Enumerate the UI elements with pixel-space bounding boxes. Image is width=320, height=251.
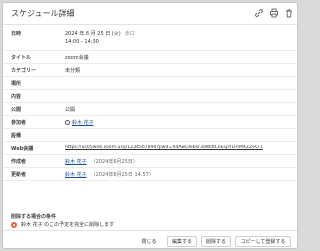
public-value: 公開	[65, 107, 76, 113]
updater-name[interactable]: 鈴木 花子	[65, 172, 87, 178]
row-creator: 作成者 鈴木 花子 （2024年6月25日）	[3, 155, 297, 168]
detail-rows: 日時 2024 年 6 月 25 日 (火) 赤口 14:00 - 14:30 タ…	[3, 27, 297, 181]
trash-icon[interactable]	[283, 7, 295, 19]
row-place: 場所	[3, 77, 297, 90]
date-text: 2024 年 6 月 25 日 (火)	[65, 31, 121, 37]
row-title: タイトル zoom会議	[3, 51, 297, 64]
place-label: 場所	[11, 81, 22, 87]
datetime-date: 2024 年 6 月 25 日 (火) 赤口	[65, 30, 135, 37]
participants-label: 参加者	[11, 120, 27, 126]
delete-button[interactable]: 削除する	[201, 236, 231, 247]
facility-label: 設備	[11, 133, 22, 139]
link-icon[interactable]	[253, 7, 265, 19]
category-label: カテゴリー	[11, 68, 37, 74]
public-label: 公開	[11, 107, 22, 113]
row-updater: 更新者 鈴木 花子 （2024年6月25日 14:57）	[3, 168, 297, 181]
datetime-time: 14:00 - 14:30	[65, 39, 99, 45]
creator-value: 鈴木 花子 （2024年6月25日）	[65, 158, 138, 165]
datetime-label: 日時	[11, 31, 22, 37]
rokuyo-text: 赤口	[124, 31, 135, 37]
participant-name[interactable]: 鈴木 花子	[72, 120, 94, 126]
dialog-footer: 閉じる 編集する 削除する コピーして登録する	[3, 230, 297, 248]
copy-register-button[interactable]: コピーして登録する	[235, 236, 291, 247]
printer-icon[interactable]	[268, 7, 280, 19]
delete-condition-heading: 削除する場合の条件	[11, 214, 57, 220]
row-datetime: 日時 2024 年 6 月 25 日 (火) 赤口 14:00 - 14:30	[3, 27, 297, 51]
updater-date: （2024年6月25日 14:57）	[90, 172, 154, 178]
web-label: Web会議	[11, 146, 34, 152]
close-button[interactable]: 閉じる	[136, 236, 162, 247]
creator-name[interactable]: 鈴木 花子	[65, 159, 87, 165]
schedule-detail-dialog: スケジュール詳細 日時 2024 年 6 月 25 日 (火) 赤口 14:00 …	[2, 2, 298, 249]
category-value: 未分類	[65, 68, 81, 74]
participant-entry[interactable]: 鈴木 花子	[65, 119, 94, 126]
row-participants: 参加者 鈴木 花子	[3, 116, 297, 129]
creator-label: 作成者	[11, 159, 27, 165]
updater-label: 更新者	[11, 172, 27, 178]
web-meeting-link[interactable]: https://us05web.zoom.us/j/1234567890?pwd…	[65, 145, 297, 150]
updater-value: 鈴木 花子 （2024年6月25日 14:57）	[65, 171, 154, 178]
user-icon	[65, 119, 70, 125]
row-web: Web会議 https://us05web.zoom.us/j/12345678…	[3, 142, 297, 155]
row-content: 内容	[3, 90, 297, 103]
row-public: 公開 公開	[3, 103, 297, 116]
edit-button[interactable]: 編集する	[167, 236, 197, 247]
content-label: 内容	[11, 94, 22, 100]
row-category: カテゴリー 未分類	[3, 64, 297, 77]
title-label: タイトル	[11, 55, 32, 61]
delete-option[interactable]: 鈴木 花子 のこの予定を完全に削除します	[11, 221, 114, 228]
dialog-title: スケジュール詳細	[11, 9, 75, 18]
row-facility: 設備	[3, 129, 297, 142]
delete-option-label: 鈴木 花子 のこの予定を完全に削除します	[21, 222, 115, 228]
creator-date: （2024年6月25日）	[90, 159, 138, 165]
title-value: zoom会議	[65, 55, 89, 61]
delete-option-radio[interactable]	[11, 221, 17, 228]
dialog-header: スケジュール詳細	[3, 3, 297, 25]
